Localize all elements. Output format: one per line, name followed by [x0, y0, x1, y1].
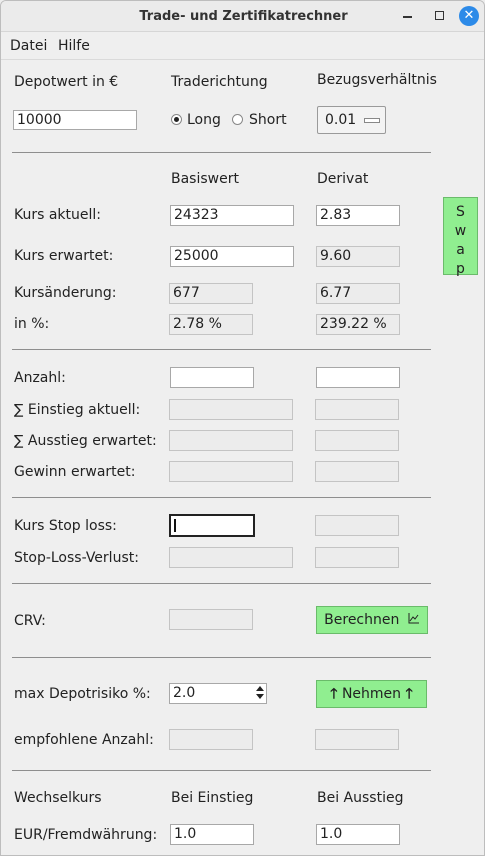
app-window: Trade- und Zertifikatrechner ✕ Datei Hil… [0, 0, 485, 856]
wechselkurs-label: Wechselkurs [14, 790, 102, 806]
divider [12, 152, 431, 153]
stoploss-verlust-label: Stop-Loss-Verlust: [14, 550, 139, 566]
anzahl-label: Anzahl: [14, 370, 66, 386]
einstieg-basis-value [169, 399, 293, 420]
max-depotrisiko-spinbox[interactable]: 2.0 [169, 683, 267, 704]
arrow-up-icon: 🡑 [330, 686, 338, 702]
kurs-aktuell-derivat-input[interactable]: 2.83 [316, 205, 400, 226]
kurs-stoploss-input[interactable] [169, 514, 255, 537]
wechselkurs-einstieg-input[interactable]: 1.0 [170, 824, 254, 845]
long-label[interactable]: Long [187, 112, 221, 128]
anzahl-basis-input[interactable] [170, 367, 254, 388]
bei-einstieg-header: Bei Einstieg [171, 790, 254, 806]
prozent-label: in %: [14, 316, 50, 332]
option-menu-indicator-icon [364, 118, 380, 123]
swap-letter: S [456, 204, 465, 220]
kurs-erwartet-derivat-value: 9.60 [316, 246, 400, 267]
ausstieg-erwartet-label: ∑ Ausstieg erwartet: [14, 433, 157, 449]
kursaenderung-label: Kursänderung: [14, 285, 117, 301]
chart-icon [408, 607, 420, 633]
prozent-basis-value: 2.78 % [169, 314, 253, 335]
derivat-header: Derivat [317, 171, 369, 187]
divider [12, 349, 431, 350]
title-bar: Trade- und Zertifikatrechner ✕ [1, 1, 484, 32]
einstieg-aktuell-label: ∑ Einstieg aktuell: [14, 402, 141, 418]
ausstieg-basis-value [169, 430, 293, 451]
menu-bar: Datei Hilfe [1, 33, 484, 60]
menu-hilfe[interactable]: Hilfe [58, 38, 90, 54]
kurs-erwartet-basis-input[interactable]: 25000 [170, 246, 294, 267]
swap-letter: w [454, 223, 467, 239]
stoploss-derivat-value [315, 515, 399, 536]
swap-letter: a [456, 242, 465, 258]
stoploss-verlust-derivat-value [315, 547, 399, 568]
crv-value [169, 609, 253, 630]
spin-down-icon[interactable] [256, 694, 264, 699]
maximize-icon[interactable] [429, 7, 449, 27]
stoploss-verlust-basis-value [169, 547, 293, 568]
max-depotrisiko-label: max Depotrisiko %: [14, 686, 151, 702]
traderichtung-label: Traderichtung [171, 74, 268, 90]
spin-up-icon[interactable] [256, 686, 264, 691]
bezugsverhaeltnis-select[interactable]: 0.01 [317, 106, 386, 134]
spin-arrows[interactable] [255, 685, 265, 702]
prozent-derivat-value: 239.22 % [316, 314, 400, 335]
max-depotrisiko-value: 2.0 [173, 685, 196, 701]
kurs-aktuell-label: Kurs aktuell: [14, 207, 102, 223]
nehmen-label: Nehmen [341, 686, 402, 702]
bezugsverhaeltnis-label: Bezugsverhältnis [317, 72, 437, 88]
kursaenderung-basis-value: 677 [169, 283, 253, 304]
kurs-aktuell-basis-input[interactable]: 24323 [170, 205, 294, 226]
depotwert-label: Depotwert in € [14, 74, 119, 90]
einstieg-derivat-value [315, 399, 399, 420]
crv-label: CRV: [14, 613, 46, 629]
divider [12, 770, 431, 771]
empfohlene-anzahl-derivat-value [315, 729, 399, 750]
eur-fremdwaehrung-label: EUR/Fremdwährung: [14, 827, 158, 843]
kurs-stoploss-label: Kurs Stop loss: [14, 518, 117, 534]
short-label[interactable]: Short [249, 112, 287, 128]
long-radio[interactable] [171, 114, 182, 125]
bezugsverhaeltnis-value: 0.01 [325, 112, 357, 128]
divider [12, 657, 431, 658]
divider [12, 583, 431, 584]
wechselkurs-ausstieg-input[interactable]: 1.0 [316, 824, 400, 845]
swap-button[interactable]: S w a p [443, 197, 478, 277]
bei-ausstieg-header: Bei Ausstieg [317, 790, 404, 806]
short-radio[interactable] [232, 114, 243, 125]
menu-datei[interactable]: Datei [10, 38, 47, 54]
gewinn-erwartet-label: Gewinn erwartet: [14, 464, 136, 480]
arrow-up-icon: 🡑 [405, 686, 413, 702]
nehmen-button[interactable]: 🡑 Nehmen 🡑 [316, 680, 427, 708]
swap-letter: p [456, 261, 465, 277]
gewinn-basis-value [169, 461, 293, 482]
berechnen-label: Berechnen [324, 612, 400, 628]
depotwert-input[interactable]: 10000 [13, 110, 137, 130]
empfohlene-anzahl-label: empfohlene Anzahl: [14, 732, 154, 748]
kurs-erwartet-label: Kurs erwartet: [14, 248, 114, 264]
ausstieg-derivat-value [315, 430, 399, 451]
close-icon[interactable]: ✕ [459, 6, 479, 26]
berechnen-button[interactable]: Berechnen [316, 606, 428, 634]
basiswert-header: Basiswert [171, 171, 239, 187]
gewinn-derivat-value [315, 461, 399, 482]
text-caret [174, 519, 176, 532]
divider [12, 497, 431, 498]
anzahl-derivat-input[interactable] [316, 367, 400, 388]
kursaenderung-derivat-value: 6.77 [316, 283, 400, 304]
empfohlene-anzahl-basis-value [169, 729, 253, 750]
minimize-icon[interactable] [397, 7, 417, 27]
